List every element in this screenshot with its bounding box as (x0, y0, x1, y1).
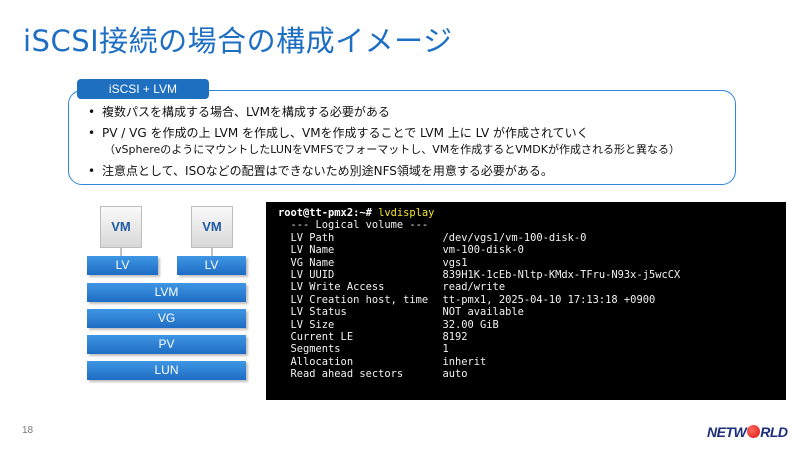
bullet-item: 注意点として、ISOなどの配置はできないため別途NFS領域を用意する必要がある。 (88, 163, 728, 179)
bullet-item: 複数パスを構成する場合、LVMを構成する必要がある (88, 104, 728, 120)
field-value: 8192 (442, 331, 468, 344)
field-key: LV Write Access (290, 281, 385, 294)
terminal-header: --- Logical volume --- (278, 219, 429, 232)
field-value: inherit (442, 355, 487, 368)
logo-text-end: RLD (760, 424, 788, 440)
lvm-layer: LVM (87, 283, 246, 302)
field-key: Segments (290, 343, 341, 356)
terminal-field-row: Segments 1 (278, 343, 786, 355)
field-value: tt-pmx1, 2025-04-10 17:13:18 +0900 (442, 293, 656, 306)
pv-layer: PV (87, 335, 246, 354)
field-key: LV Creation host, time (290, 293, 429, 306)
field-value: vgs1 (442, 256, 468, 269)
terminal-field-row: LV Name vm-100-disk-0 (278, 244, 786, 256)
bullet-text: 複数パスを構成する場合、LVMを構成する必要がある (102, 105, 390, 119)
field-value: 839H1K-1cEb-Nltp-KMdx-TFru-N93x-j5wcCX (442, 269, 681, 282)
field-value: 32.00 GiB (442, 318, 499, 331)
terminal-command: lvdisplay (378, 207, 435, 219)
vm-connector (120, 248, 122, 256)
terminal-field-row: LV UUID 839H1K-1cEb-Nltp-KMdx-TFru-N93x-j… (278, 269, 786, 281)
field-key: LV Path (290, 231, 335, 244)
terminal-field-row: LV Path/dev/vgs1/vm-100-disk-0 (278, 232, 786, 244)
field-value: auto (442, 368, 468, 381)
terminal-command-line: root@tt-pmx2:~# lvdisplay (278, 207, 786, 219)
lv-layer: LV (177, 256, 246, 275)
field-value: /dev/vgs1/vm-100-disk-0 (442, 231, 587, 244)
field-key: LV Size (290, 318, 335, 331)
slide-title: iSCSI接続の場合の構成イメージ (23, 24, 453, 58)
bullet-note: （vSphereのようにマウントしたLUNをVMFSでフォーマットし、VMを作成… (104, 143, 680, 156)
field-key: VG Name (290, 256, 335, 269)
field-key: LV Name (290, 244, 335, 257)
field-value: NOT available (442, 306, 524, 319)
field-key: Read ahead sectors (290, 368, 404, 381)
notes-tag: iSCSI + LVM (77, 79, 209, 99)
lun-layer: LUN (87, 361, 246, 380)
field-key: Current LE (290, 331, 354, 344)
page-number: 18 (22, 425, 34, 436)
bullet-text: PV / VG を作成の上 LVM を作成し、VMを作成することで LVM 上に… (102, 126, 589, 140)
terminal-field-row: LV Size 32.00 GiB (278, 319, 786, 331)
terminal-prompt: root@tt-pmx2:~# (278, 207, 372, 219)
slide: iSCSI接続の場合の構成イメージ iSCSI + LVM 複数パスを構成する場… (0, 0, 800, 450)
networld-logo: NETW RLD (707, 424, 788, 440)
terminal-field-row: Read ahead sectors auto (278, 368, 786, 380)
field-key: Allocation (290, 355, 354, 368)
terminal-field-row: Allocation inherit (278, 356, 786, 368)
terminal-field-row: VG Name vgs1 (278, 257, 786, 269)
vm-connector (211, 248, 213, 256)
field-value: 1 (442, 343, 449, 356)
field-value: vm-100-disk-0 (442, 244, 524, 257)
globe-icon (746, 425, 760, 438)
bullet-list: 複数パスを構成する場合、LVMを構成する必要がある PV / VG を作成の上 … (88, 104, 728, 184)
vm-box: VM (191, 206, 233, 248)
terminal-field-row: LV Creation host, time tt-pmx1, 2025-04-1… (278, 294, 786, 306)
logo-text-start: NETW (707, 424, 747, 440)
terminal-field-row: LV Status NOT available (278, 306, 786, 318)
lv-layer: LV (87, 256, 158, 275)
terminal-field-row: LV Write Access read/write (278, 281, 786, 293)
field-key: LV UUID (290, 269, 335, 282)
terminal-output: root@tt-pmx2:~# lvdisplay --- Logical vo… (266, 202, 786, 400)
vm-box: VM (100, 206, 142, 248)
field-value: read/write (442, 281, 506, 294)
bullet-item: PV / VG を作成の上 LVM を作成し、VMを作成することで LVM 上に… (88, 125, 728, 158)
bullet-text: 注意点として、ISOなどの配置はできないため別途NFS領域を用意する必要がある。 (102, 164, 553, 178)
field-key: LV Status (290, 306, 347, 319)
vg-layer: VG (87, 309, 246, 328)
terminal-field-row: Current LE 8192 (278, 331, 786, 343)
